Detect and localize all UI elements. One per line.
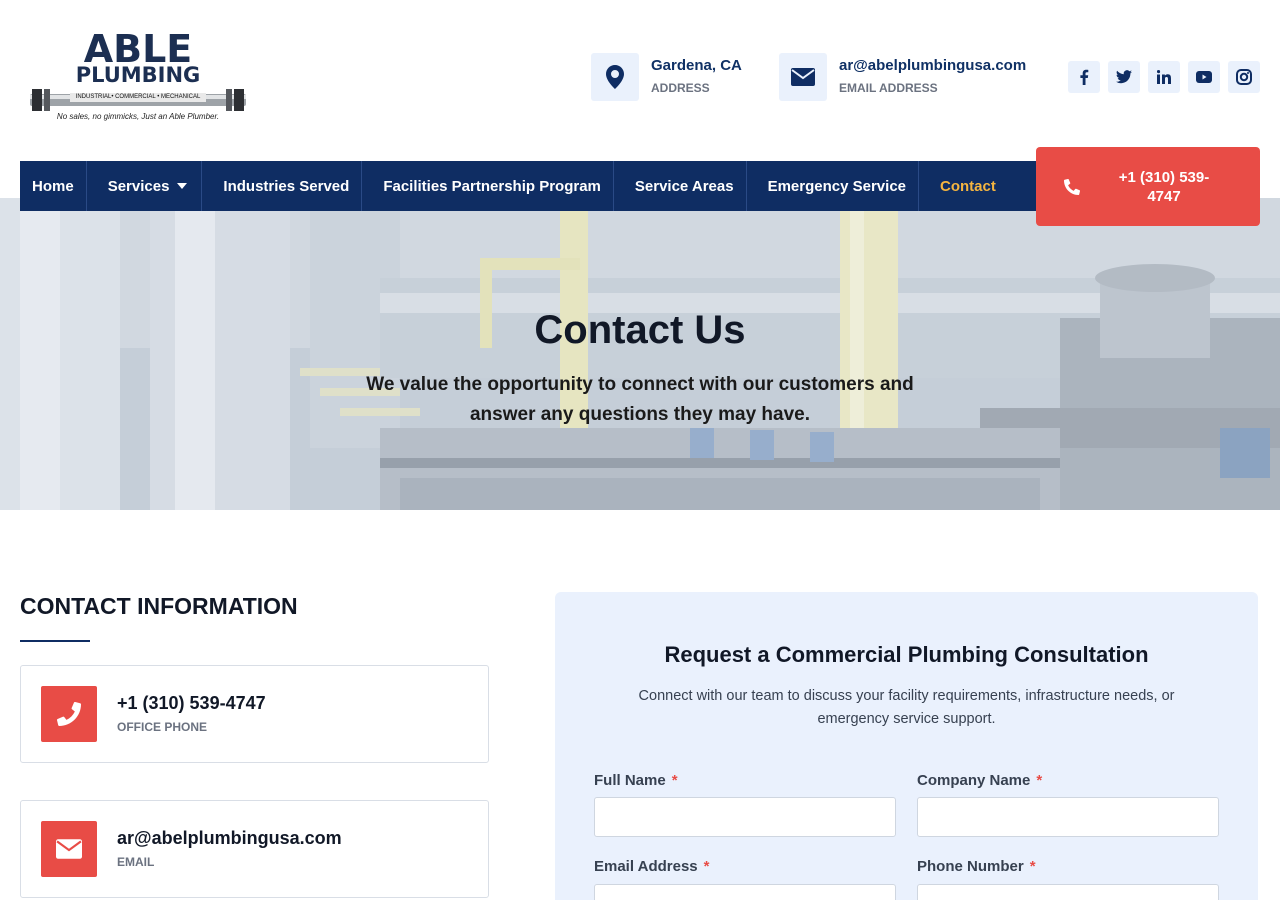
company-name-label: Company Name * bbox=[917, 771, 1042, 791]
nav-item-facilities-partnership[interactable]: Facilities Partnership Program bbox=[362, 161, 614, 211]
header-email-label: EMAIL ADDRESS bbox=[839, 81, 938, 95]
logo-subtitle: INDUSTRIAL• COMMERCIAL • MECHANICAL bbox=[70, 93, 206, 102]
map-marker-icon bbox=[591, 53, 639, 101]
office-phone-value[interactable]: +1 (310) 539-4747 bbox=[117, 692, 266, 714]
consultation-form: Request a Commercial Plumbing Consultati… bbox=[555, 592, 1258, 900]
required-mark: * bbox=[1036, 772, 1043, 789]
phone-number-label-text: Phone Number bbox=[917, 858, 1024, 875]
nav-item-services[interactable]: Services bbox=[87, 161, 203, 211]
header-email-value[interactable]: ar@abelplumbingusa.com bbox=[839, 56, 1026, 76]
envelope-icon bbox=[779, 53, 827, 101]
heading-divider bbox=[20, 640, 90, 642]
logo-tagline: No sales, no gimmicks, Just an Able Plum… bbox=[56, 112, 220, 121]
full-name-label-text: Full Name bbox=[594, 772, 666, 789]
email-address-input[interactable] bbox=[594, 884, 896, 900]
email-address-label: Email Address * bbox=[594, 857, 710, 877]
envelope-icon bbox=[41, 821, 97, 877]
contact-email-card[interactable]: ar@abelplumbingusa.com EMAIL bbox=[20, 800, 489, 898]
youtube-icon[interactable] bbox=[1188, 61, 1220, 93]
contact-phone-card[interactable]: +1 (310) 539-4747 OFFICE PHONE bbox=[20, 665, 489, 763]
required-mark: * bbox=[1029, 858, 1036, 875]
phone-number-label: Phone Number * bbox=[917, 857, 1036, 877]
company-name-input[interactable] bbox=[917, 797, 1219, 837]
caret-down-icon bbox=[177, 183, 188, 189]
company-name-label-text: Company Name bbox=[917, 772, 1031, 789]
header-address: Gardena, CA ADDRESS bbox=[591, 53, 742, 101]
twitter-icon[interactable] bbox=[1108, 61, 1140, 93]
hero-overlay bbox=[0, 198, 1280, 510]
linkedin-icon[interactable] bbox=[1148, 61, 1180, 93]
form-description: Connect with our team to discuss your fa… bbox=[638, 688, 1175, 727]
nav-item-services-label: Services bbox=[107, 177, 170, 195]
company-logo[interactable]: ABLE PLUMBING INDUSTRIAL• COMMERCIAL • M… bbox=[30, 30, 246, 124]
header-address-value: Gardena, CA bbox=[651, 57, 742, 74]
email-value[interactable]: ar@abelplumbingusa.com bbox=[117, 827, 342, 849]
logo-name-line2: PLUMBING bbox=[75, 63, 201, 87]
hero-banner: Contact Us We value the opportunity to c… bbox=[0, 198, 1280, 510]
required-mark: * bbox=[671, 772, 678, 789]
nav-item-home[interactable]: Home bbox=[20, 161, 87, 211]
nav-item-emergency-service[interactable]: Emergency Service bbox=[747, 161, 919, 211]
page-title: Contact Us bbox=[534, 308, 746, 352]
nav-item-service-areas[interactable]: Service Areas bbox=[614, 161, 747, 211]
call-now-button[interactable]: +1 (310) 539-4747 bbox=[1036, 147, 1260, 226]
email-label: EMAIL bbox=[117, 855, 155, 869]
form-title: Request a Commercial Plumbing Consultati… bbox=[664, 642, 1149, 667]
phone-icon bbox=[1064, 178, 1080, 195]
social-links bbox=[1068, 61, 1260, 93]
phone-icon bbox=[41, 686, 97, 742]
nav-item-contact[interactable]: Contact bbox=[919, 161, 1008, 211]
nav-item-industries-served[interactable]: Industries Served bbox=[202, 161, 363, 211]
office-phone-label: OFFICE PHONE bbox=[117, 720, 208, 734]
call-number: +1 (310) 539-4747 bbox=[1118, 168, 1210, 205]
instagram-icon[interactable] bbox=[1228, 61, 1260, 93]
main-navigation: Home Services Industries Served Faciliti… bbox=[20, 161, 1050, 211]
email-address-label-text: Email Address bbox=[594, 858, 698, 875]
header-address-label: ADDRESS bbox=[651, 81, 710, 95]
full-name-input[interactable] bbox=[594, 797, 896, 837]
hero-subtitle: We value the opportunity to connect with… bbox=[366, 374, 914, 425]
facebook-icon[interactable] bbox=[1068, 61, 1100, 93]
phone-number-input[interactable] bbox=[917, 884, 1219, 900]
header-email: ar@abelplumbingusa.com EMAIL ADDRESS bbox=[779, 53, 1026, 101]
contact-info-heading: CONTACT INFORMATION bbox=[20, 593, 298, 619]
required-mark: * bbox=[703, 858, 710, 875]
full-name-label: Full Name * bbox=[594, 771, 678, 791]
